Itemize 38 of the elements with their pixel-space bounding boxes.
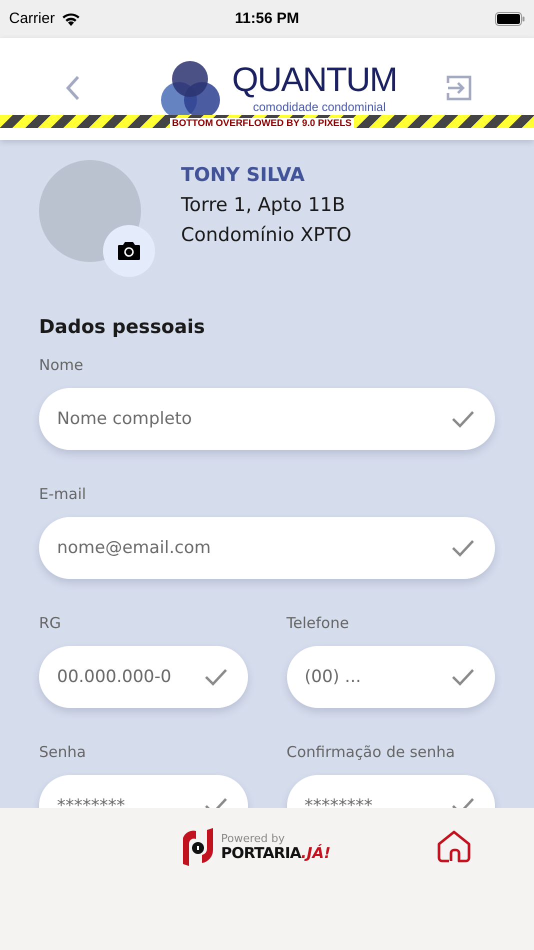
section-title: Dados pessoais xyxy=(39,315,206,339)
camera-icon xyxy=(118,242,140,260)
home-button[interactable] xyxy=(437,830,471,864)
input-field[interactable]: 00.000.000-0 xyxy=(39,646,248,708)
check-icon xyxy=(451,667,475,687)
field-label: Nome xyxy=(39,355,84,375)
camera-button[interactable] xyxy=(103,225,155,277)
logo-tagline: comodidade condominial xyxy=(253,101,386,114)
check-icon xyxy=(204,667,228,687)
field-label: Senha xyxy=(39,742,87,762)
clock-text: 11:56 PM xyxy=(234,8,300,29)
input-field[interactable]: Nome completo xyxy=(39,388,495,450)
brand-name: PORTARIA xyxy=(221,844,302,862)
field-label: RG xyxy=(39,613,62,633)
powered-by-text: Powered by xyxy=(221,832,286,844)
field-label: E-mail xyxy=(39,484,88,504)
circles-logo-icon xyxy=(160,60,222,118)
field-label: Telefone xyxy=(286,613,350,633)
battery-icon xyxy=(495,12,525,26)
user-name: TONY SILVA xyxy=(181,163,306,188)
input-field[interactable]: ******** xyxy=(39,775,248,808)
input-field[interactable]: nome@email.com xyxy=(39,517,495,579)
wifi-icon xyxy=(60,12,81,26)
brand-suffix: .JÁ! xyxy=(301,844,331,862)
check-icon xyxy=(451,409,475,429)
field-label: Confirmação de senha xyxy=(286,742,456,762)
overflow-warning-text: BOTTOM OVERFLOWED BY 9.0 PIXELS xyxy=(170,118,354,130)
condo-text: Condomínio XPTO xyxy=(181,223,352,248)
check-icon xyxy=(451,538,475,558)
carrier-text: Carrier xyxy=(9,8,55,29)
input-field[interactable]: ******** xyxy=(286,775,495,808)
back-icon xyxy=(66,75,80,101)
input-field[interactable]: (00) ... xyxy=(286,646,495,708)
brand-logo-icon xyxy=(183,828,215,866)
logout-icon xyxy=(446,75,472,101)
unit-text: Torre 1, Apto 11B xyxy=(181,193,346,218)
logo-title: QUANTUM xyxy=(232,60,397,100)
home-icon xyxy=(437,830,471,864)
